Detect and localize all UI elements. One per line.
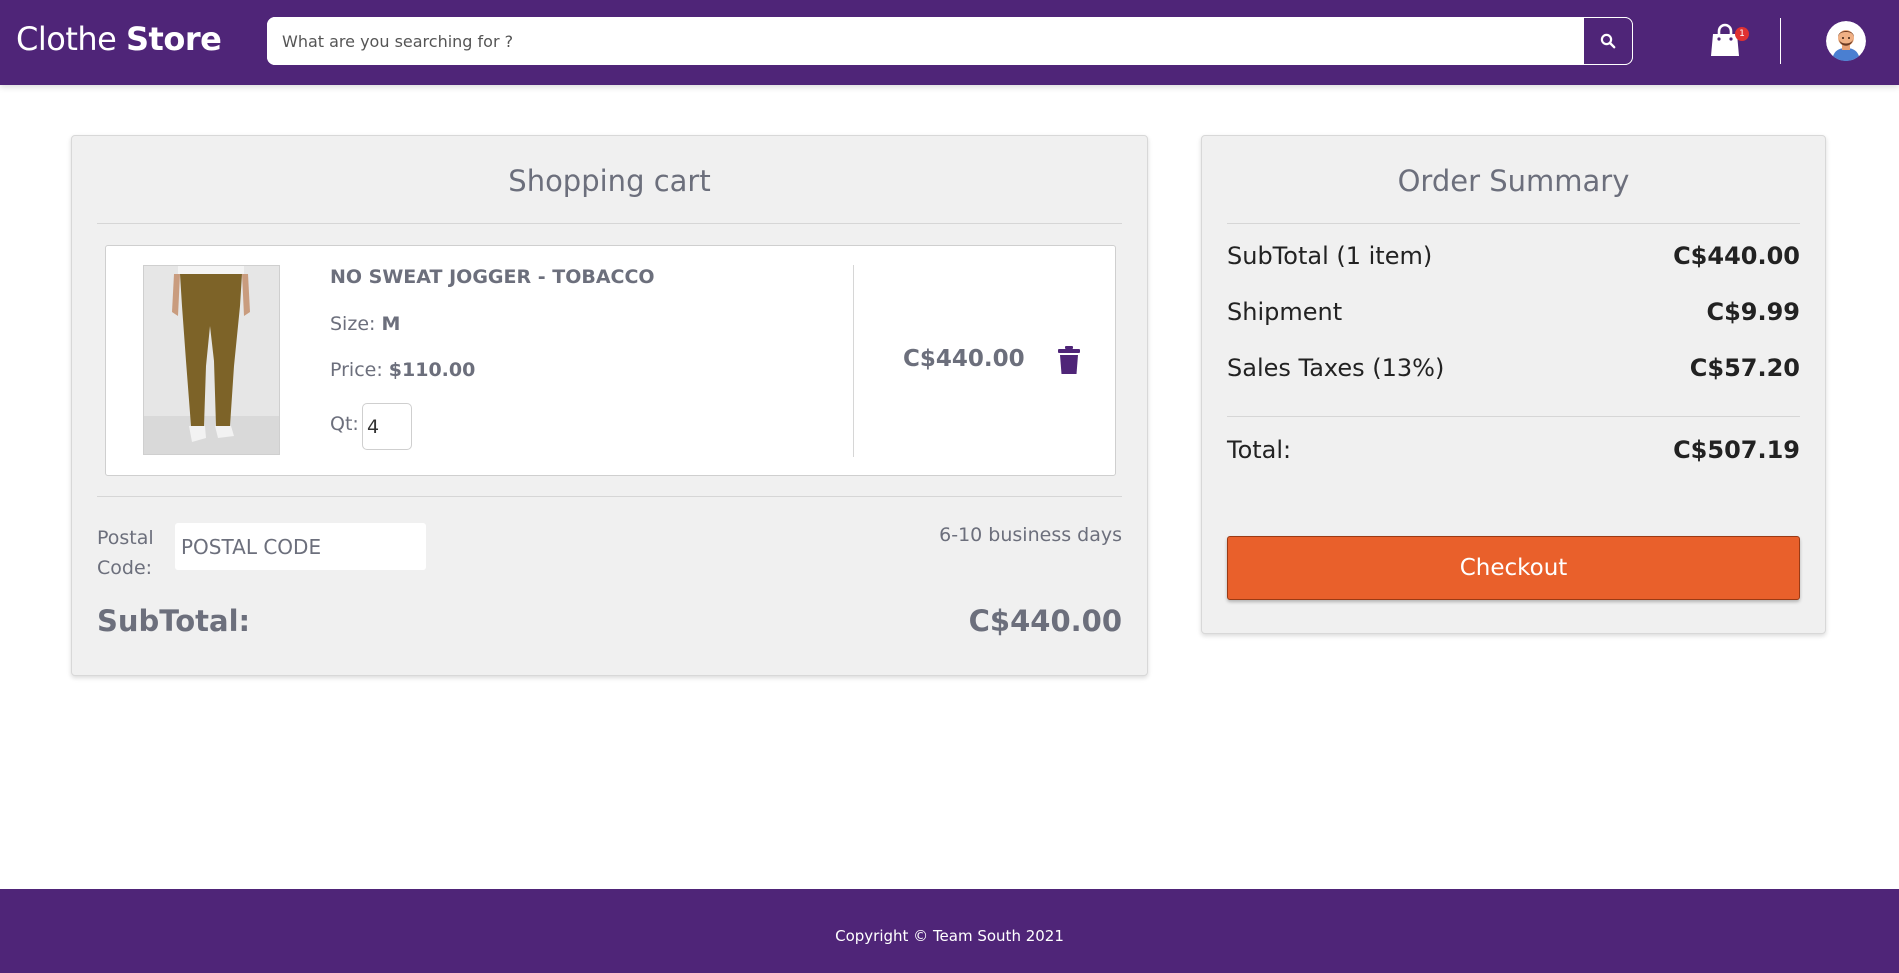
- summary-title-divider: [1227, 223, 1800, 224]
- brand-name-light: Clothe: [16, 20, 126, 58]
- summary-title: Order Summary: [1397, 164, 1630, 198]
- summary-total-divider: [1227, 416, 1800, 417]
- search-bar: [267, 17, 1633, 65]
- cart-item-divider: [97, 496, 1122, 497]
- item-line-total: C$440.00: [903, 346, 1025, 372]
- footer: Copyright © Team South 2021: [0, 889, 1899, 973]
- avatar-icon: [1826, 21, 1866, 61]
- footer-copyright: Copyright © Team South 2021: [835, 927, 1064, 945]
- price-value: $110.00: [388, 359, 476, 381]
- checkout-button[interactable]: Checkout: [1227, 536, 1800, 600]
- user-avatar[interactable]: [1826, 21, 1866, 61]
- summary-row-total: Total: C$507.19: [1227, 436, 1800, 470]
- trash-icon[interactable]: [1058, 346, 1080, 374]
- summary-taxes-value: C$57.20: [1689, 354, 1800, 382]
- summary-row-taxes: Sales Taxes (13%) C$57.20: [1227, 354, 1800, 388]
- summary-shipment-value: C$9.99: [1706, 298, 1800, 326]
- search-button[interactable]: [1583, 17, 1633, 65]
- postal-code-input[interactable]: [175, 523, 426, 570]
- cart-subtotal-value: C$440.00: [968, 604, 1122, 638]
- quantity-input[interactable]: [362, 403, 412, 450]
- price-label: Price:: [330, 359, 389, 381]
- product-price: Price: $110.00: [330, 359, 475, 381]
- top-navbar: Clothe Store 1: [0, 0, 1899, 85]
- cart-item: NO SWEAT JOGGER - TOBACCO Size: M Price:…: [105, 245, 1116, 476]
- search-icon: [1600, 33, 1616, 49]
- summary-taxes-label: Sales Taxes (13%): [1227, 354, 1445, 382]
- summary-subtotal-label: SubTotal (1 item): [1227, 242, 1433, 270]
- product-image[interactable]: [143, 265, 280, 455]
- shopping-cart-panel: Shopping cart NO SWEAT JOGGER - TOBACCO …: [71, 135, 1148, 676]
- summary-shipment-label: Shipment: [1227, 298, 1343, 326]
- search-input[interactable]: [267, 17, 1582, 65]
- summary-total-value: C$507.19: [1673, 436, 1800, 464]
- jogger-photo: [144, 266, 279, 454]
- cart-subtotal-label: SubTotal:: [97, 604, 251, 638]
- postal-code-label: Postal Code:: [97, 523, 157, 583]
- product-name[interactable]: NO SWEAT JOGGER - TOBACCO: [330, 266, 655, 288]
- summary-subtotal-value: C$440.00: [1673, 242, 1800, 270]
- brand-logo[interactable]: Clothe Store: [16, 20, 222, 58]
- size-label: Size:: [330, 313, 382, 335]
- summary-row-shipment: Shipment C$9.99: [1227, 298, 1800, 332]
- shopping-bag-icon[interactable]: [1710, 22, 1740, 58]
- item-divider: [853, 265, 854, 457]
- header-divider: [1780, 18, 1781, 64]
- postal-code-label-text: Postal Code:: [97, 527, 154, 579]
- product-size: Size: M: [330, 313, 400, 335]
- cart-title: Shopping cart: [508, 164, 711, 198]
- cart-count-badge: 1: [1735, 27, 1749, 41]
- order-summary-panel: Order Summary SubTotal (1 item) C$440.00…: [1201, 135, 1826, 634]
- size-value: M: [381, 313, 401, 335]
- summary-total-label: Total:: [1227, 436, 1292, 464]
- quantity-label: Qt:: [330, 413, 359, 435]
- delivery-estimate: 6-10 business days: [939, 524, 1122, 546]
- cart-title-divider: [97, 223, 1122, 224]
- summary-row-subtotal: SubTotal (1 item) C$440.00: [1227, 242, 1800, 276]
- brand-name-bold: Store: [126, 20, 222, 58]
